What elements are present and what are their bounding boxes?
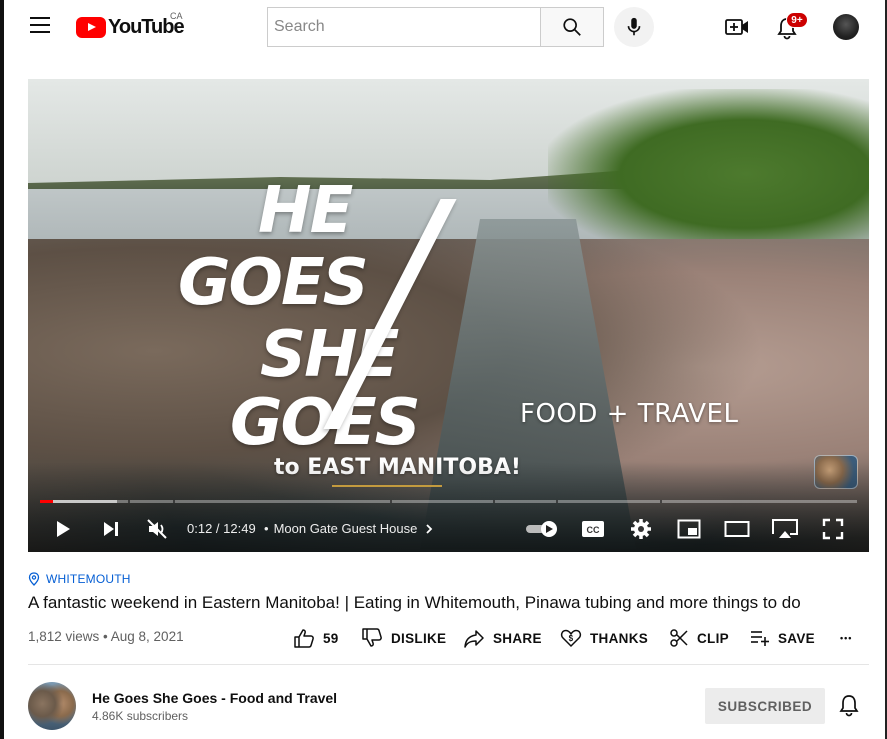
chapter-title: Moon Gate Guest House xyxy=(273,521,418,536)
channel-avatar[interactable] xyxy=(28,682,76,730)
search-button[interactable] xyxy=(540,7,604,47)
microphone-icon xyxy=(627,17,641,36)
miniplayer-button[interactable] xyxy=(676,516,702,542)
channel-name[interactable]: He Goes She Goes - Food and Travel xyxy=(92,690,337,706)
clip-label: CLIP xyxy=(697,630,729,646)
subscriber-count: 4.86K subscribers xyxy=(92,709,189,723)
youtube-logo[interactable]: YouTube xyxy=(76,16,185,38)
like-button[interactable]: 59 xyxy=(293,626,339,650)
chevron-right-icon xyxy=(426,523,433,534)
thumbs-down-icon xyxy=(362,628,382,647)
title-card-line-goes: GOES xyxy=(178,246,369,320)
video-frame-trees xyxy=(548,89,869,259)
fullscreen-icon xyxy=(822,518,844,540)
search-box xyxy=(267,7,541,47)
search-input[interactable] xyxy=(268,8,541,46)
location-link[interactable]: WHITEMOUTH xyxy=(28,572,131,586)
progress-played xyxy=(40,500,54,503)
chapter-marker xyxy=(660,500,662,503)
views-and-date: 1,812 views • Aug 8, 2021 xyxy=(28,629,184,644)
create-button[interactable] xyxy=(722,13,752,41)
settings-gear-icon xyxy=(631,519,651,539)
chapter-title-button[interactable]: • Moon Gate Guest House xyxy=(264,521,435,536)
chapter-separator: • xyxy=(264,521,269,536)
play-button[interactable] xyxy=(50,516,76,542)
chapter-marker xyxy=(128,500,130,503)
captions-icon: CC xyxy=(582,521,604,537)
create-video-icon xyxy=(725,19,748,35)
settings-button[interactable] xyxy=(628,516,654,542)
title-card-line-he: HE xyxy=(258,174,353,248)
thumbs-up-icon xyxy=(294,629,314,648)
search-icon xyxy=(563,18,581,36)
location-text: WHITEMOUTH xyxy=(46,572,131,586)
chapter-marker xyxy=(173,500,175,503)
thanks-label: THANKS xyxy=(590,630,649,646)
autoplay-toggle[interactable] xyxy=(524,516,560,542)
play-icon xyxy=(57,521,70,537)
more-dots-icon: ••• xyxy=(840,633,853,643)
mute-button[interactable] xyxy=(144,516,170,542)
chapter-marker xyxy=(390,500,392,503)
clip-button[interactable]: CLIP xyxy=(669,626,729,650)
masthead: YouTube CA 9+ xyxy=(4,0,885,56)
cast-icon xyxy=(772,519,798,538)
mute-icon xyxy=(147,519,167,539)
country-code: CA xyxy=(170,11,183,21)
next-icon xyxy=(104,522,118,536)
video-player[interactable]: HE GOES SHE GOES FOOD + TRAVEL to EAST M… xyxy=(28,79,869,552)
save-button[interactable]: SAVE xyxy=(750,626,815,650)
notification-badge: 9+ xyxy=(786,12,808,28)
menu-icon[interactable] xyxy=(30,17,50,33)
bell-subscription-icon xyxy=(839,695,859,717)
clip-scissors-icon xyxy=(670,629,688,647)
window-edge-left xyxy=(0,0,4,739)
fullscreen-button[interactable] xyxy=(820,516,846,542)
progress-bar[interactable] xyxy=(40,500,857,503)
chapter-marker xyxy=(556,500,558,503)
title-card-line-goes-2: GOES xyxy=(230,386,421,460)
theater-mode-button[interactable] xyxy=(724,516,750,542)
save-playlist-icon xyxy=(751,631,769,646)
save-label: SAVE xyxy=(778,630,815,646)
theater-mode-icon xyxy=(724,521,750,537)
miniplayer-icon xyxy=(677,519,701,539)
video-title: A fantastic weekend in Eastern Manitoba!… xyxy=(28,593,801,612)
time-display: 0:12 / 12:49 xyxy=(187,521,256,536)
title-card-tagline: FOOD + TRAVEL xyxy=(520,399,739,429)
share-button[interactable]: SHARE xyxy=(463,626,542,650)
more-actions-button[interactable]: ••• xyxy=(840,626,852,650)
share-label: SHARE xyxy=(493,630,542,646)
autoplay-toggle-icon xyxy=(526,521,557,537)
subscription-notifications-button[interactable] xyxy=(836,692,862,718)
thanks-heart-icon: $ xyxy=(560,629,582,648)
svg-text:CC: CC xyxy=(587,525,600,535)
dislike-label: DISLIKE xyxy=(391,630,447,646)
captions-button[interactable]: CC xyxy=(580,516,606,542)
user-avatar[interactable] xyxy=(833,14,859,40)
svg-text:$: $ xyxy=(569,634,574,643)
divider xyxy=(28,664,869,665)
dislike-button[interactable]: DISLIKE xyxy=(361,626,446,650)
share-arrow-icon xyxy=(464,630,484,648)
voice-search-button[interactable] xyxy=(614,7,654,47)
subscribed-button[interactable]: SUBSCRIBED xyxy=(705,688,825,724)
like-count: 59 xyxy=(323,630,339,646)
next-button[interactable] xyxy=(98,516,124,542)
thanks-button[interactable]: $ THANKS xyxy=(560,626,648,650)
cast-button[interactable] xyxy=(770,516,800,542)
location-pin-icon xyxy=(28,572,40,586)
youtube-logo-icon xyxy=(76,16,106,38)
chapter-marker xyxy=(493,500,495,503)
